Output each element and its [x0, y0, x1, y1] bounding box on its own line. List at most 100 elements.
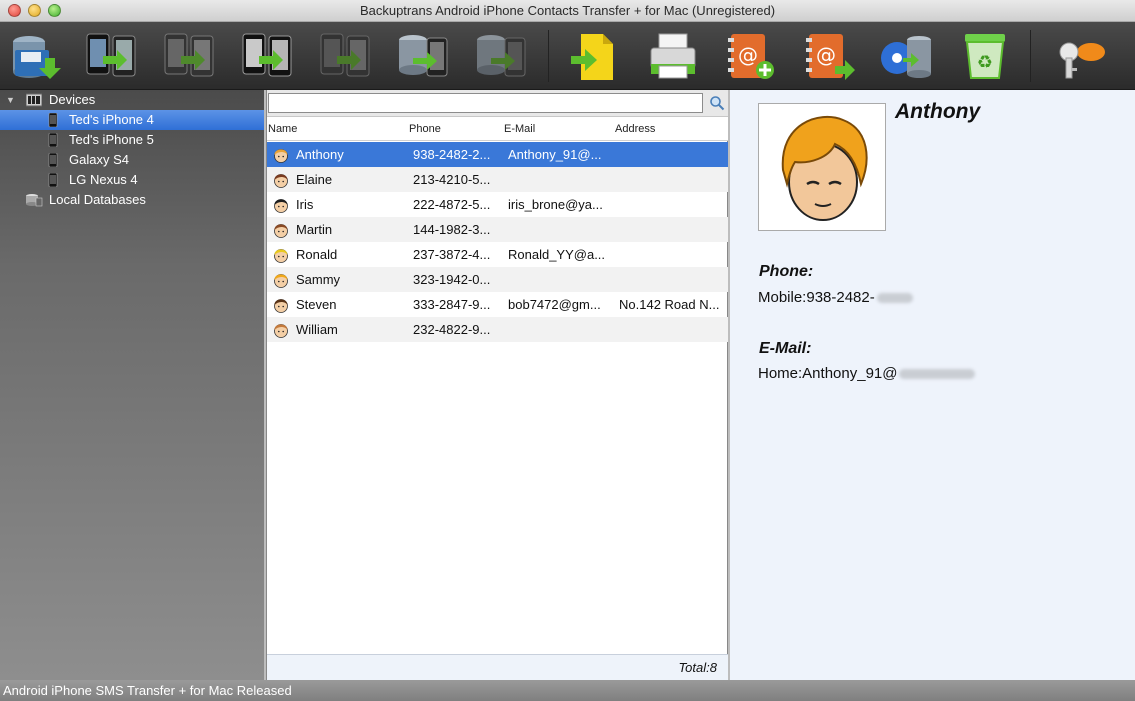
redacted-phone: [876, 293, 913, 304]
status-text[interactable]: Android iPhone SMS Transfer + for Mac Re…: [3, 683, 292, 698]
table-row[interactable]: Martin 144-1982-3...: [267, 217, 729, 242]
table-row[interactable]: William 232-4822-9...: [267, 317, 729, 342]
phone-icon: [48, 133, 58, 147]
phone-icon: [48, 113, 58, 127]
export-contact-button[interactable]: @: [800, 28, 858, 84]
total-count: Total:8: [678, 660, 717, 675]
transfer-phones-2-button[interactable]: [160, 28, 218, 84]
contact-avatar-icon: [274, 324, 288, 338]
transfer-phones-button[interactable]: [82, 28, 140, 84]
contact-detail-panel: Anthony Phone: Mobile:938-2482- E-Mail: …: [730, 90, 1135, 680]
table-row[interactable]: Iris 222-4872-5... iris_brone@ya...: [267, 192, 729, 217]
export-contact-icon: @: [806, 34, 855, 80]
recycle-bin-icon: ♻: [965, 34, 1005, 79]
contact-avatar-icon: [274, 249, 288, 263]
column-header-phone[interactable]: Phone: [409, 123, 441, 135]
backup-button[interactable]: [6, 28, 64, 84]
table-row[interactable]: Elaine 213-4210-5...: [267, 167, 729, 192]
print-icon: [650, 33, 696, 79]
contact-avatar-icon: [781, 115, 868, 221]
add-contact-icon: @: [728, 34, 774, 79]
cell-phone: 232-4822-9...: [413, 322, 491, 337]
database-icon: [26, 194, 43, 207]
transfer-phone-to-phone-all-icon: [242, 33, 292, 77]
transfer-phone-to-phone-dim-icon: [320, 33, 370, 77]
cell-name: William: [296, 322, 338, 337]
cell-name: Elaine: [296, 172, 333, 187]
zoom-window-button[interactable]: [48, 4, 61, 17]
cell-name: Steven: [296, 297, 337, 312]
column-header-name[interactable]: Name: [268, 123, 297, 135]
cell-address: No.142 Road N...: [619, 297, 720, 312]
contact-avatar-icon: [274, 299, 288, 313]
sidebar-item-label: Local Databases: [49, 192, 146, 207]
column-header-email[interactable]: E-Mail: [504, 123, 535, 135]
cell-email: bob7472@gm...: [508, 297, 601, 312]
email-value: Home:Anthony_91@: [758, 365, 976, 382]
transfer-all-button[interactable]: [238, 28, 296, 84]
sidebar-item-label: LG Nexus 4: [69, 172, 138, 187]
toolbar-separator-2: [1030, 30, 1031, 82]
sidebar-item-local-databases[interactable]: Local Databases: [0, 190, 265, 210]
register-key-icon: [1059, 42, 1105, 79]
search-bar: [267, 90, 729, 117]
cell-phone: 938-2482-2...: [413, 147, 491, 162]
window-title: Backuptrans Android iPhone Contacts Tran…: [359, 3, 776, 18]
table-row[interactable]: Sammy 323-1942-0...: [267, 267, 729, 292]
print-button[interactable]: [644, 28, 702, 84]
devices-label: Devices: [49, 92, 96, 107]
cell-email: Anthony_91@...: [508, 147, 602, 162]
table-row[interactable]: Steven 333-2847-9... bob7472@gm... No.142 R…: [267, 292, 729, 317]
contact-avatar-icon: [274, 199, 288, 213]
table-row[interactable]: Anthony 938-2482-2... Anthony_91@...: [267, 142, 729, 167]
email-value-text: Home:Anthony_91@: [758, 365, 898, 382]
restore-from-database-button[interactable]: [394, 28, 452, 84]
cell-phone: 333-2847-9...: [413, 297, 491, 312]
window-controls: [8, 4, 61, 17]
column-headers: Name Phone E-Mail Address: [267, 117, 729, 141]
database-to-phone-icon: [399, 35, 448, 77]
itunes-import-button[interactable]: [878, 28, 936, 84]
cell-name: Sammy: [296, 272, 341, 287]
add-contact-button[interactable]: @: [722, 28, 780, 84]
cell-name: Ronald: [296, 247, 338, 262]
transfer-phone-to-phone-icon: [86, 33, 136, 77]
register-button[interactable]: [1050, 28, 1108, 84]
cell-email: iris_brone@ya...: [508, 197, 603, 212]
svg-text:@: @: [816, 43, 836, 67]
contact-photo: [758, 103, 886, 231]
search-input[interactable]: [268, 93, 703, 113]
sidebar-item-teds-iphone-5[interactable]: Ted's iPhone 5: [0, 130, 265, 150]
column-header-address[interactable]: Address: [615, 123, 655, 135]
svg-text:@: @: [738, 43, 758, 67]
table-row[interactable]: Ronald 237-3872-4... Ronald_YY@a...: [267, 242, 729, 267]
delete-button[interactable]: ♻: [956, 28, 1014, 84]
close-window-button[interactable]: [8, 4, 21, 17]
sidebar-item-teds-iphone-4[interactable]: Ted's iPhone 4: [0, 110, 265, 130]
search-button[interactable]: [706, 92, 728, 114]
sidebar-item-galaxy-s4[interactable]: Galaxy S4: [0, 150, 265, 170]
status-bar: Android iPhone SMS Transfer + for Mac Re…: [0, 680, 1135, 701]
cell-email: Ronald_YY@a...: [508, 247, 606, 262]
contact-avatar-icon: [274, 174, 288, 188]
redacted-email: [899, 369, 976, 380]
export-button[interactable]: [566, 28, 624, 84]
export-file-icon: [571, 34, 613, 80]
devices-group[interactable]: ▼ Devices: [0, 90, 265, 110]
cell-name: Anthony: [296, 147, 344, 162]
sidebar-item-lg-nexus-4[interactable]: LG Nexus 4: [0, 170, 265, 190]
disclosure-triangle-icon[interactable]: ▼: [6, 90, 15, 110]
transfer-phone-to-phone-gray-icon: [164, 33, 214, 77]
phone-heading: Phone:: [759, 263, 814, 280]
contacts-table: Anthony 938-2482-2... Anthony_91@... Elaine…: [267, 142, 729, 342]
cell-name: Martin: [296, 222, 333, 237]
itunes-import-icon: [881, 36, 931, 78]
minimize-window-button[interactable]: [28, 4, 41, 17]
toolbar: @ @ ♻: [0, 22, 1135, 90]
cell-name: Iris: [296, 197, 314, 212]
database-to-phone-dim-icon: [477, 35, 526, 77]
cell-phone: 144-1982-3...: [413, 222, 491, 237]
restore-from-database-2-button[interactable]: [472, 28, 530, 84]
transfer-phones-3-button[interactable]: [316, 28, 374, 84]
cell-phone: 323-1942-0...: [413, 272, 491, 287]
